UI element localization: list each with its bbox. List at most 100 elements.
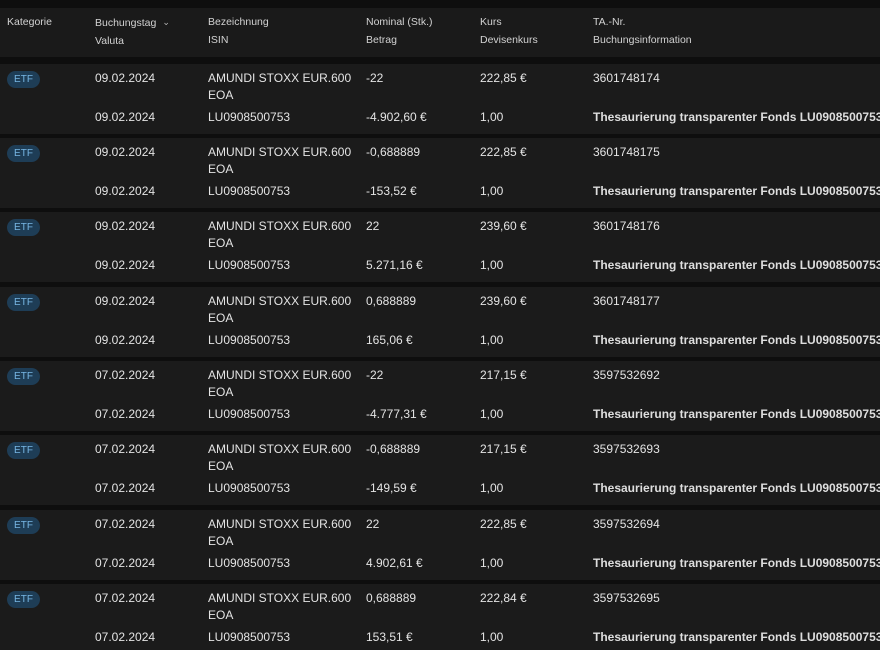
- category-badge: ETF: [7, 442, 40, 459]
- table-row[interactable]: ETF 07.02.2024 07.02.2024 AMUNDI STOXX EUR.…: [0, 361, 880, 431]
- security-name-line1: AMUNDI STOXX EUR.600: [208, 368, 352, 382]
- header-buchungsinformation-label: Buchungsinformation: [593, 34, 692, 46]
- price: 239,60 €: [480, 219, 527, 233]
- chevron-down-icon[interactable]: ⌄: [162, 16, 170, 29]
- exchange-rate: 1,00: [480, 630, 504, 644]
- exchange-rate: 1,00: [480, 110, 504, 124]
- isin: LU0908500753: [208, 184, 291, 198]
- value-date: 07.02.2024: [95, 630, 156, 644]
- isin: LU0908500753: [208, 110, 291, 124]
- table-row[interactable]: ETF 07.02.2024 07.02.2024 AMUNDI STOXX EUR.…: [0, 510, 880, 580]
- price: 222,85 €: [480, 71, 527, 85]
- nominal: 0,688889: [366, 591, 417, 605]
- booking-information: Thesaurierung transparenter Fonds LU0908…: [593, 110, 880, 124]
- column-header-kategorie[interactable]: Kategorie: [7, 16, 52, 29]
- nominal: -22: [366, 368, 384, 382]
- value-date: 07.02.2024: [95, 556, 156, 570]
- booking-information: Thesaurierung transparenter Fonds LU0908…: [593, 407, 880, 421]
- price: 222,85 €: [480, 517, 527, 531]
- amount: 153,51 €: [366, 630, 413, 644]
- column-header-nominal[interactable]: Nominal (Stk.) Betrag: [366, 16, 433, 47]
- column-header-kurs[interactable]: Kurs Devisenkurs: [480, 16, 538, 47]
- transaction-number: 3597532695: [593, 591, 660, 605]
- booking-date: 09.02.2024: [95, 71, 156, 85]
- exchange-rate: 1,00: [480, 333, 504, 347]
- table-row[interactable]: ETF 09.02.2024 09.02.2024 AMUNDI STOXX EUR.…: [0, 287, 880, 357]
- table-row[interactable]: ETF 07.02.2024 07.02.2024 AMUNDI STOXX EUR.…: [0, 435, 880, 505]
- table-row[interactable]: ETF 09.02.2024 09.02.2024 AMUNDI STOXX EUR.…: [0, 64, 880, 134]
- amount: 4.902,61 €: [366, 556, 423, 570]
- security-name-line2: EOA: [208, 534, 234, 548]
- isin: LU0908500753: [208, 556, 291, 570]
- header-ta-nr-label: TA.-Nr.: [593, 16, 626, 28]
- amount: 5.271,16 €: [366, 258, 423, 272]
- value-date: 09.02.2024: [95, 184, 156, 198]
- security-name-line2: EOA: [208, 608, 234, 622]
- table-header: Kategorie Buchungstag ⌄ Valuta Bezeichnun…: [0, 8, 880, 57]
- booking-information: Thesaurierung transparenter Fonds LU0908…: [593, 481, 880, 495]
- table-row[interactable]: ETF 09.02.2024 09.02.2024 AMUNDI STOXX EUR.…: [0, 138, 880, 208]
- security-name-line2: EOA: [208, 88, 234, 102]
- header-nominal-label: Nominal (Stk.): [366, 16, 433, 28]
- nominal: -0,688889: [366, 145, 421, 159]
- price: 217,15 €: [480, 442, 527, 456]
- exchange-rate: 1,00: [480, 407, 504, 421]
- header-valuta-label: Valuta: [95, 35, 124, 47]
- booking-date: 09.02.2024: [95, 219, 156, 233]
- header-bezeichnung-label: Bezeichnung: [208, 16, 269, 28]
- header-isin-label: ISIN: [208, 34, 229, 46]
- price: 239,60 €: [480, 294, 527, 308]
- transaction-number: 3597532692: [593, 368, 660, 382]
- nominal: 0,688889: [366, 294, 417, 308]
- transaction-number: 3597532693: [593, 442, 660, 456]
- security-name-line2: EOA: [208, 459, 234, 473]
- security-name-line1: AMUNDI STOXX EUR.600: [208, 219, 352, 233]
- amount: -153,52 €: [366, 184, 417, 198]
- value-date: 09.02.2024: [95, 333, 156, 347]
- transaction-number: 3601748175: [593, 145, 660, 159]
- booking-information: Thesaurierung transparenter Fonds LU0908…: [593, 333, 880, 347]
- booking-date: 09.02.2024: [95, 294, 156, 308]
- security-name-line2: EOA: [208, 385, 234, 399]
- nominal: 22: [366, 517, 380, 531]
- column-header-buchungstag[interactable]: Buchungstag ⌄ Valuta: [95, 16, 170, 48]
- amount: -4.777,31 €: [366, 407, 427, 421]
- category-badge: ETF: [7, 71, 40, 88]
- price: 222,84 €: [480, 591, 527, 605]
- category-badge: ETF: [7, 219, 40, 236]
- amount: 165,06 €: [366, 333, 413, 347]
- isin: LU0908500753: [208, 407, 291, 421]
- security-name-line1: AMUNDI STOXX EUR.600: [208, 145, 352, 159]
- table-row[interactable]: ETF 09.02.2024 09.02.2024 AMUNDI STOXX EUR.…: [0, 212, 880, 282]
- booking-information: Thesaurierung transparenter Fonds LU0908…: [593, 556, 880, 570]
- exchange-rate: 1,00: [480, 556, 504, 570]
- nominal: -22: [366, 71, 384, 85]
- booking-date: 09.02.2024: [95, 145, 156, 159]
- security-name-line2: EOA: [208, 162, 234, 176]
- booking-information: Thesaurierung transparenter Fonds LU0908…: [593, 630, 880, 644]
- nominal: -0,688889: [366, 442, 421, 456]
- price: 222,85 €: [480, 145, 527, 159]
- value-date: 09.02.2024: [95, 110, 156, 124]
- security-name-line1: AMUNDI STOXX EUR.600: [208, 294, 352, 308]
- header-betrag-label: Betrag: [366, 34, 397, 46]
- header-kategorie-label: Kategorie: [7, 16, 52, 28]
- column-header-ta-nr[interactable]: TA.-Nr. Buchungsinformation: [593, 16, 692, 47]
- category-badge: ETF: [7, 517, 40, 534]
- category-badge: ETF: [7, 145, 40, 162]
- security-name-line1: AMUNDI STOXX EUR.600: [208, 442, 352, 456]
- transaction-number: 3601748176: [593, 219, 660, 233]
- transaction-number: 3601748174: [593, 71, 660, 85]
- exchange-rate: 1,00: [480, 481, 504, 495]
- category-badge: ETF: [7, 368, 40, 385]
- header-buchungstag-label: Buchungstag: [95, 17, 157, 29]
- amount: -149,59 €: [366, 481, 417, 495]
- booking-information: Thesaurierung transparenter Fonds LU0908…: [593, 184, 880, 198]
- isin: LU0908500753: [208, 258, 291, 272]
- booking-date: 07.02.2024: [95, 591, 156, 605]
- table-row[interactable]: ETF 07.02.2024 07.02.2024 AMUNDI STOXX EUR.…: [0, 584, 880, 650]
- security-name-line1: AMUNDI STOXX EUR.600: [208, 517, 352, 531]
- transaction-number: 3601748177: [593, 294, 660, 308]
- security-name-line1: AMUNDI STOXX EUR.600: [208, 591, 352, 605]
- column-header-bezeichnung[interactable]: Bezeichnung ISIN: [208, 16, 269, 47]
